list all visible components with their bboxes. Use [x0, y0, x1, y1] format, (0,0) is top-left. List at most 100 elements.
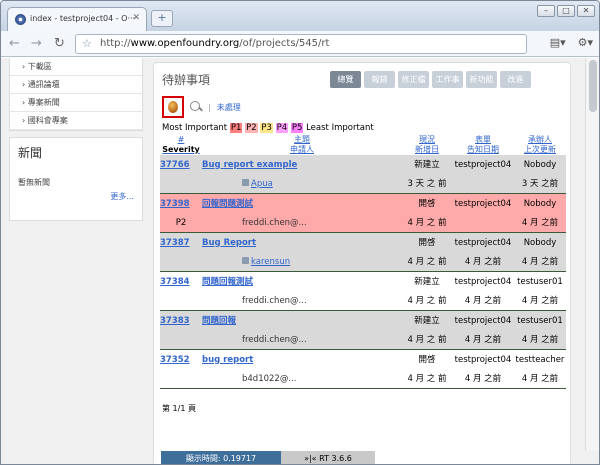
- sidebar-item-project-news[interactable]: › 專案新聞: [10, 94, 142, 112]
- ticket-created: 4 月 之 前: [402, 369, 452, 388]
- ticket-id-link[interactable]: 37398: [160, 199, 190, 209]
- ticket-id-link[interactable]: 37383: [160, 316, 190, 326]
- url-path: /of/projects/545/rt: [239, 38, 330, 49]
- ticket-updated: 4 月 之前: [514, 369, 566, 388]
- star-icon[interactable]: ☆: [82, 35, 92, 53]
- ticket-created: 3 天 之 前: [402, 174, 452, 193]
- back-arrow-icon[interactable]: ←: [9, 36, 20, 51]
- requestor: freddi.chen@...: [242, 295, 307, 306]
- sidebar-item-downloads[interactable]: › 下載區: [10, 58, 142, 76]
- browser-tab[interactable]: index - testproject04 - O··· ✕: [7, 7, 147, 31]
- unprocessed-link[interactable]: 未處理: [217, 102, 241, 113]
- col-header-severity: Severity: [162, 145, 200, 154]
- window-controls: – □ ✕: [537, 5, 595, 17]
- requestor: freddi.chen@...: [242, 334, 307, 345]
- scrollbar[interactable]: [585, 58, 599, 451]
- close-tab-icon[interactable]: ✕: [132, 13, 140, 23]
- priority-p1: P1: [229, 123, 243, 133]
- col-header-subject[interactable]: 主題 申請人: [202, 135, 402, 155]
- ticket-subject-link[interactable]: 問題回報: [202, 316, 236, 326]
- toolbar-menus: ▤▾ ⚙▾: [550, 36, 593, 49]
- ticket-created: 4 月 之 前: [402, 291, 452, 310]
- maximize-button[interactable]: □: [557, 5, 575, 17]
- col-header-num[interactable]: # Severity: [160, 135, 202, 155]
- ticket-queue: testproject04: [452, 233, 514, 252]
- bug-icon: [168, 101, 178, 113]
- tab-improvement[interactable]: 改進: [500, 71, 531, 88]
- url-host: www.openfoundry.org: [130, 38, 240, 49]
- ticket-subject-link[interactable]: bug report: [202, 355, 253, 365]
- tab-feature[interactable]: 新功能: [466, 71, 497, 88]
- ticket-updated: 4 月 之前: [514, 291, 566, 310]
- table-row: 37398 回報問題測試 開啓 testproject04 Nobody: [160, 194, 566, 213]
- ticket-id-link[interactable]: 37352: [160, 355, 190, 365]
- wrench-icon[interactable]: ⚙▾: [578, 36, 593, 49]
- ticket-due: 4 月 之前: [452, 291, 514, 310]
- tab-bar: index - testproject04 - O··· ✕ + – □ ✕: [1, 1, 599, 31]
- tab-patch[interactable]: 修正檔: [398, 71, 429, 88]
- table-row: 37383 問題回報 新建立 testproject04 testuser01: [160, 311, 566, 330]
- ticket-subject-link[interactable]: 問題回報測試: [202, 277, 253, 287]
- col-header-queue[interactable]: 表單 告知日期: [452, 135, 514, 155]
- requestor: b4d1022@...: [242, 373, 297, 384]
- browser-toolbar: ← → ↻ ☆ http://www.openfoundry.org/of/pr…: [1, 31, 599, 57]
- requestor-link[interactable]: Apua: [251, 179, 273, 189]
- tab-task[interactable]: 工作事項: [432, 71, 463, 101]
- ticket-severity: [160, 330, 202, 349]
- ticket-queue: testproject04: [452, 311, 514, 330]
- action-icons: | 未處理: [162, 96, 241, 118]
- ticket-subject-link[interactable]: Bug report example: [202, 160, 297, 170]
- search-icon[interactable]: [190, 101, 202, 113]
- scrollbar-thumb[interactable]: [589, 60, 597, 112]
- page-content: › 下載區 › 通訊論壇 › 專案新聞 › 國科會專案 新聞 暫無新聞 更多..…: [1, 58, 599, 464]
- sidebar-item-nsc-projects[interactable]: › 國科會專案: [10, 112, 142, 130]
- footer-bar: 顯示時間: 0.19717 »|« RT 3.6.6: [161, 451, 375, 464]
- ticket-updated: 4 月 之前: [514, 213, 566, 232]
- ticket-id-link[interactable]: 37384: [160, 277, 190, 287]
- ticket-owner: Nobody: [514, 155, 566, 174]
- tab-bug[interactable]: 報錯: [364, 71, 395, 88]
- ticket-status: 開啓: [402, 194, 452, 213]
- news-more-link[interactable]: 更多...: [110, 191, 134, 202]
- col-header-owner[interactable]: 承辦人 上次更新: [514, 135, 566, 155]
- close-window-button[interactable]: ✕: [577, 5, 595, 17]
- left-sidebar: › 下載區 › 通訊論壇 › 專案新聞 › 國科會專案 新聞 暫無新聞 更多..…: [1, 58, 147, 221]
- ticket-created: 4 月 之 前: [402, 213, 452, 232]
- forward-arrow-icon[interactable]: →: [31, 36, 42, 51]
- globe-icon: [15, 14, 26, 25]
- ticket-queue: testproject04: [452, 155, 514, 174]
- priority-p2: P2: [245, 123, 258, 133]
- ticket-severity: [160, 291, 202, 310]
- ticket-queue: testproject04: [452, 272, 514, 291]
- ticket-owner: Nobody: [514, 233, 566, 252]
- ticket-subject-link[interactable]: Bug Report: [202, 238, 256, 248]
- table-row-detail: karensun 4 月 之 前4 月 之前 4 月 之前: [160, 252, 566, 271]
- reload-icon[interactable]: ↻: [54, 36, 65, 51]
- ticket-updated: 4 月 之前: [514, 330, 566, 349]
- col-header-status[interactable]: 現況 新增日: [402, 135, 452, 155]
- ticket-due: 4 月 之前: [452, 369, 514, 388]
- ticket-created: 4 月 之 前: [402, 330, 452, 349]
- browser-window: index - testproject04 - O··· ✕ + – □ ✕ ←…: [0, 0, 600, 465]
- rt-version: »|« RT 3.6.6: [281, 451, 375, 464]
- ticket-owner: testuser01: [514, 272, 566, 291]
- ticket-id-link[interactable]: 37387: [160, 238, 190, 248]
- table-row-detail: P2 freddi.chen@... 4 月 之 前 4 月 之前: [160, 213, 566, 232]
- ticket-updated: 4 月 之前: [514, 252, 566, 271]
- minimize-button[interactable]: –: [537, 5, 555, 17]
- sidebar-item-forums[interactable]: › 通訊論壇: [10, 76, 142, 94]
- ticket-subject-link[interactable]: 回報問題測試: [202, 199, 253, 209]
- requestor-link[interactable]: karensun: [251, 257, 290, 267]
- tab-overview[interactable]: 總覽: [330, 71, 361, 88]
- ticket-queue: testproject04: [452, 194, 514, 213]
- ticket-status: 開啓: [402, 233, 452, 252]
- new-tab-button[interactable]: +: [151, 10, 173, 27]
- address-bar[interactable]: ☆ http://www.openfoundry.org/of/projects…: [75, 34, 527, 54]
- ticket-id-link[interactable]: 37766: [160, 160, 190, 170]
- render-time: 顯示時間: 0.19717: [161, 451, 281, 464]
- ticket-due: [452, 213, 514, 232]
- report-bug-button[interactable]: [162, 96, 184, 118]
- ticket-severity: P2: [160, 213, 202, 232]
- page-menu-icon[interactable]: ▤▾: [550, 36, 566, 49]
- user-icon: [242, 178, 249, 186]
